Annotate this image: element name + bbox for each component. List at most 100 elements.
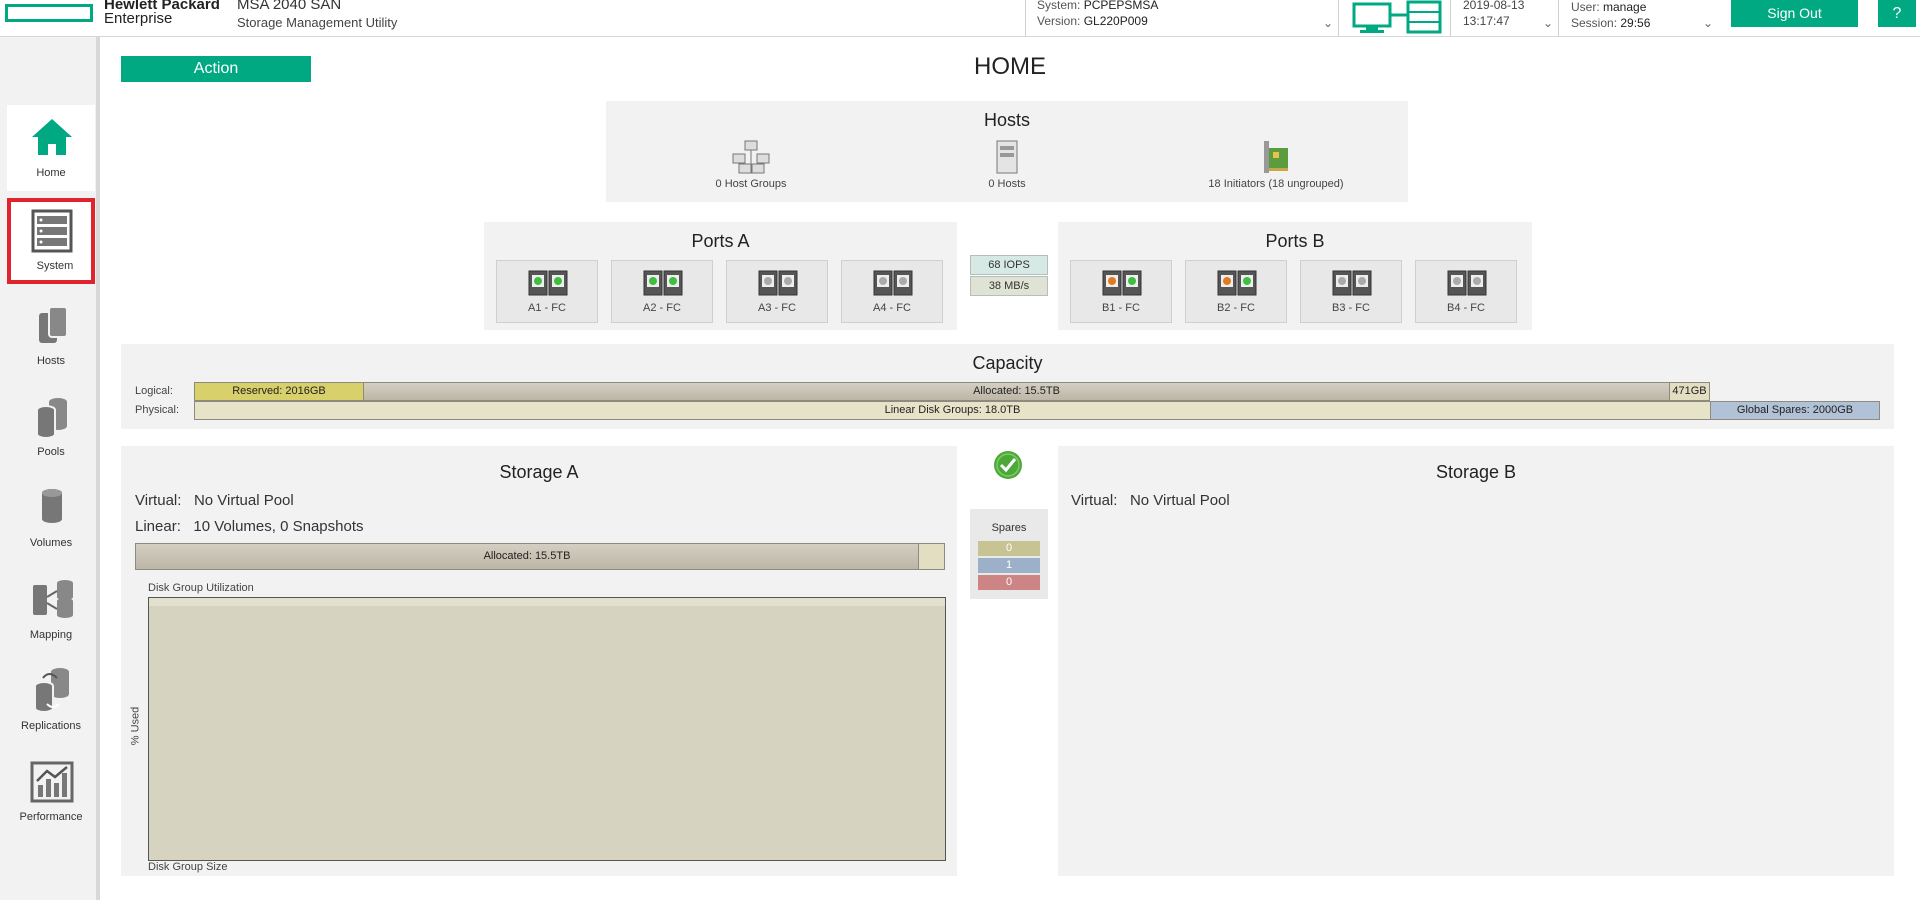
time-value: 13:17:47 (1463, 14, 1510, 28)
disk-group-utilization-chart[interactable] (148, 597, 946, 861)
date-value: 2019-08-13 (1463, 0, 1525, 12)
port-label: A4 - FC (873, 302, 911, 314)
initiators-stat[interactable]: 18 Initiators (18 ungrouped) (1176, 140, 1376, 190)
system-chevron-down-icon[interactable]: ⌄ (1323, 16, 1333, 30)
time-chevron-down-icon[interactable]: ⌄ (1543, 16, 1553, 30)
global-spares-bar[interactable]: Global Spares: 2000GB (1710, 401, 1880, 420)
disk-group-bar[interactable] (149, 598, 945, 606)
port-b3[interactable]: B3 - FC (1300, 260, 1402, 323)
sidebar-item-label: Hosts (36, 355, 66, 367)
host-groups-count: 0 Host Groups (715, 178, 787, 190)
disk-group-chart-title: Disk Group Utilization (148, 582, 254, 594)
sidebar-item-label: Pools (37, 446, 65, 458)
system-icon (31, 209, 73, 253)
volumes-icon (42, 489, 62, 523)
storage-b-title: Storage B (1435, 462, 1517, 482)
free-bar[interactable]: 471GB (1669, 382, 1710, 401)
sidebar-item-pools[interactable]: Pools (7, 384, 95, 470)
sidebar-item-label: System (36, 260, 74, 272)
sidebar-item-hosts[interactable]: Hosts (7, 293, 95, 379)
host-groups-icon (732, 140, 770, 174)
linear-label: Linear: (135, 518, 181, 535)
ports-b-panel[interactable]: Ports B B1 - FC B2 - FC B3 - FC B4 - FC (1058, 222, 1532, 330)
storage-a-linear: Linear: 10 Volumes, 0 Snapshots (135, 518, 364, 535)
port-b4[interactable]: B4 - FC (1415, 260, 1517, 323)
sign-out-button[interactable]: Sign Out (1731, 0, 1858, 27)
ports-a-panel[interactable]: Ports A A1 - FC A2 - FC A3 - FC A4 - FC (484, 222, 957, 330)
system-value: PCPEPSMSA (1083, 0, 1159, 12)
hpe-logo (5, 4, 93, 22)
session-label: Session: (1571, 16, 1618, 30)
hosts-icon (39, 306, 68, 343)
storage-b-virtual: Virtual: No Virtual Pool (1071, 492, 1230, 509)
reserved-bar[interactable]: Reserved: 2016GB (194, 382, 364, 401)
session-value: 29:56 (1620, 16, 1651, 30)
spares-tile[interactable]: Spares 0 1 0 (970, 509, 1048, 599)
user-chevron-down-icon[interactable]: ⌄ (1703, 16, 1713, 30)
port-a4[interactable]: A4 - FC (841, 260, 943, 323)
company-name-line2: Enterprise (104, 10, 173, 27)
help-button[interactable]: ? (1878, 0, 1916, 27)
storage-a-free-bar[interactable] (918, 543, 945, 570)
sidebar-item-replications[interactable]: Replications (7, 658, 95, 744)
home-icon (32, 119, 72, 155)
sidebar-item-label: Mapping (29, 629, 73, 641)
host-groups-stat[interactable]: 0 Host Groups (696, 140, 806, 190)
system-label: System: (1037, 0, 1081, 12)
virtual-value: No Virtual Pool (193, 492, 294, 509)
header-divider (1025, 0, 1026, 37)
port-b1[interactable]: B1 - FC (1070, 260, 1172, 323)
physical-label: Physical: (135, 404, 180, 416)
port-a3[interactable]: A3 - FC (726, 260, 828, 323)
hosts-stat[interactable]: 0 Hosts (952, 140, 1062, 190)
system-health-icon[interactable] (1352, 0, 1444, 34)
spares-count-bar: 1 (978, 558, 1040, 573)
linear-value: 10 Volumes, 0 Snapshots (193, 518, 364, 535)
fc-port-icon (528, 270, 568, 296)
sidebar-item-volumes[interactable]: Volumes (7, 475, 95, 561)
page-title: HOME (974, 53, 1046, 80)
header-divider (1338, 0, 1339, 37)
sidebar-item-home[interactable]: Home (7, 105, 95, 191)
date-time: 2019-08-13 13:17:47 (1463, 0, 1524, 29)
capacity-title: Capacity (972, 353, 1043, 373)
pools-icon (36, 398, 67, 439)
hosts-panel[interactable]: Hosts 0 Host Groups 0 Hosts 18 Initiator… (606, 101, 1408, 202)
port-a2[interactable]: A2 - FC (611, 260, 713, 323)
port-b2[interactable]: B2 - FC (1185, 260, 1287, 323)
sidebar-item-system[interactable]: System (7, 198, 95, 284)
mapping-icon (33, 580, 73, 618)
product-name: MSA 2040 SAN (237, 0, 342, 13)
initiators-count: 18 Initiators (18 ungrouped) (1208, 178, 1344, 190)
action-button[interactable]: Action (121, 56, 311, 82)
user-label: User: (1571, 0, 1600, 14)
port-a1[interactable]: A1 - FC (496, 260, 598, 323)
system-info[interactable]: System: PCPEPSMSA Version: GL220P009 (1037, 0, 1158, 29)
logical-label: Logical: (135, 385, 173, 397)
top-header: Hewlett Packard Enterprise MSA 2040 SAN … (0, 0, 1920, 37)
storage-a-allocated-bar[interactable]: Allocated: 15.5TB (135, 543, 919, 570)
sidebar-item-mapping[interactable]: Mapping (7, 567, 95, 653)
linear-disk-groups-bar[interactable]: Linear Disk Groups: 18.0TB (194, 401, 1711, 420)
storage-b-panel[interactable]: Storage B (1058, 446, 1894, 876)
host-server-icon (996, 140, 1018, 174)
version-label: Version: (1037, 14, 1081, 28)
sidebar-item-label: Performance (19, 811, 83, 823)
hosts-count: 0 Hosts (988, 178, 1026, 190)
port-label: B3 - FC (1332, 302, 1370, 314)
allocated-bar[interactable]: Allocated: 15.5TB (363, 382, 1670, 401)
user-info[interactable]: User: manage Session: 29:56 (1571, 0, 1650, 31)
ok-check-icon[interactable] (993, 450, 1023, 480)
virtual-label: Virtual: (1071, 492, 1118, 509)
fc-port-icon (873, 270, 913, 296)
storage-a-virtual: Virtual: No Virtual Pool (135, 492, 294, 509)
port-label: B1 - FC (1102, 302, 1140, 314)
port-label: A3 - FC (758, 302, 796, 314)
user-value: manage (1603, 0, 1647, 14)
storage-a-title: Storage A (499, 462, 579, 482)
sidebar-item-performance[interactable]: Performance (7, 749, 95, 835)
sidebar-item-label: Replications (21, 720, 81, 732)
sidebar-item-label: Home (36, 167, 66, 179)
spares-count-bar: 0 (978, 575, 1040, 590)
header-divider (1558, 0, 1559, 37)
